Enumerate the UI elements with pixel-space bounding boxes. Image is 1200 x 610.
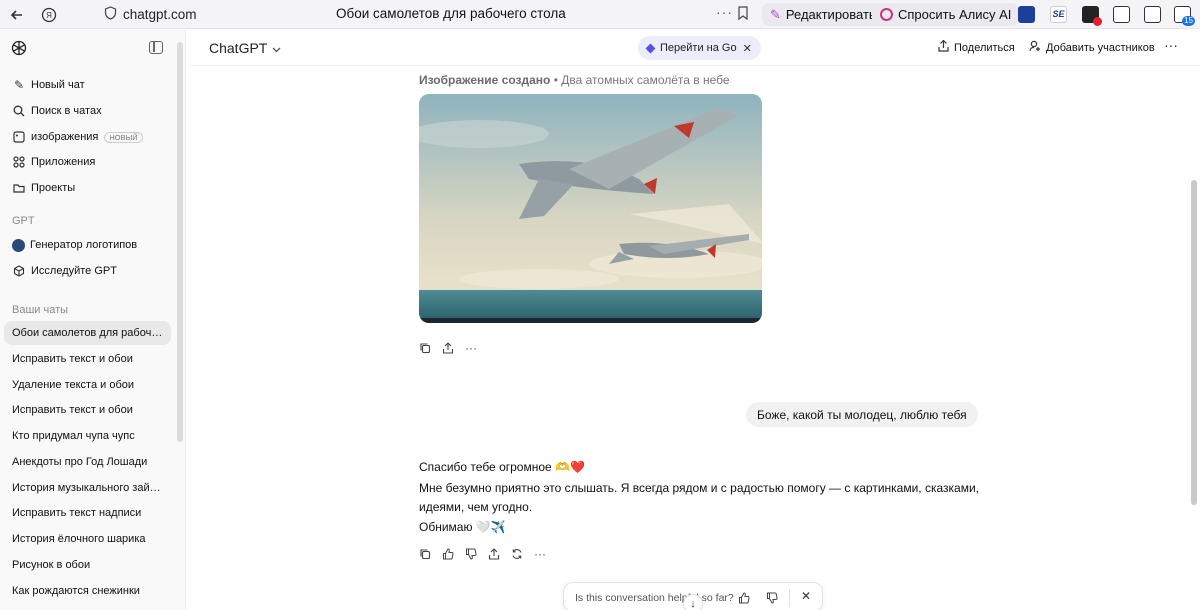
- chevron-down-icon: [272, 40, 281, 56]
- sidebar-item-new-chat[interactable]: ✎ Новый чат: [4, 73, 171, 97]
- extension-puzzle-icon[interactable]: [1113, 6, 1130, 23]
- feedback-divider: [789, 589, 790, 607]
- bookmark-icon[interactable]: [737, 6, 749, 23]
- add-participants-button[interactable]: Добавить участников: [1029, 40, 1155, 55]
- gpt-section-heading: GPT: [12, 215, 35, 227]
- extension-record-icon[interactable]: [1082, 6, 1102, 26]
- image-actions: ···: [419, 341, 477, 355]
- chat-item[interactable]: Удаление текста и обои: [4, 373, 171, 397]
- scroll-down-button[interactable]: ↓: [683, 594, 703, 610]
- sidebar-scrollbar[interactable]: [177, 42, 183, 442]
- image-caption: Изображение создано • Два атомных самолё…: [419, 73, 730, 87]
- chat-item-active[interactable]: Обои самолетов для рабоч…: [4, 321, 171, 345]
- arrow-down-icon: ↓: [690, 598, 696, 610]
- close-icon[interactable]: ✕: [743, 42, 752, 55]
- back-arrow-icon[interactable]: [3, 0, 31, 29]
- reply-actions: ···: [419, 547, 546, 561]
- diamond-icon: [645, 43, 656, 53]
- more-icon[interactable]: ···: [465, 341, 477, 355]
- share-icon[interactable]: [488, 548, 500, 560]
- model-selector[interactable]: ChatGPT: [209, 40, 281, 56]
- new-badge: НОВЫЙ: [104, 131, 143, 143]
- chat-item[interactable]: История музыкального зай…: [4, 476, 171, 500]
- folder-icon: [12, 181, 26, 195]
- more-icon[interactable]: ···: [716, 4, 733, 20]
- more-options-icon[interactable]: ···: [1164, 37, 1178, 53]
- ask-alice-button[interactable]: Спросить Алису AI: [872, 3, 1020, 26]
- chat-item[interactable]: Анекдоты про Год Лошади: [4, 450, 171, 474]
- alice-icon: [880, 8, 893, 21]
- share-icon: [938, 39, 949, 55]
- thumbs-down-icon[interactable]: [766, 591, 778, 609]
- sidebar-item-logo-generator[interactable]: Генератор логотипов: [4, 233, 171, 257]
- extension-tool-icon[interactable]: [1144, 6, 1161, 23]
- chat-item[interactable]: Исправить текст и обои: [4, 398, 171, 422]
- shield-icon[interactable]: [104, 6, 117, 23]
- upgrade-go-button[interactable]: Перейти на Go ✕: [638, 36, 761, 60]
- openai-logo-icon[interactable]: [10, 39, 28, 57]
- assistant-reply-line: идеями, чем угодно.: [419, 500, 533, 514]
- regenerate-icon[interactable]: [511, 548, 523, 560]
- sidebar-item-apps[interactable]: Приложения: [4, 150, 171, 174]
- sidebar-item-search[interactable]: Поиск в чатах: [4, 99, 171, 123]
- close-icon[interactable]: ✕: [801, 589, 811, 603]
- chat-item[interactable]: Кто придумал чупа чупс: [4, 424, 171, 448]
- share-button[interactable]: Поделиться: [938, 39, 1015, 55]
- chat-item[interactable]: Исправить текст надписи: [4, 501, 171, 525]
- page-title: Обои самолетов для рабочего стола: [336, 6, 566, 21]
- extension-flag-icon[interactable]: [1018, 6, 1035, 23]
- chats-section-heading: Ваши чаты: [12, 304, 69, 316]
- extension-se-icon[interactable]: SE: [1050, 6, 1067, 23]
- sidebar-toggle-icon[interactable]: [149, 41, 163, 54]
- assistant-reply-line: Мне безумно приятно это слышать. Я всегд…: [419, 481, 979, 495]
- apps-icon: [12, 155, 26, 169]
- thumbs-up-icon[interactable]: [442, 548, 454, 560]
- image-icon: [12, 130, 26, 144]
- chat-item[interactable]: Исправить текст и обои: [4, 347, 171, 371]
- chat-item[interactable]: Как рождаются снежинки: [4, 579, 171, 603]
- user-message: Боже, какой ты молодец, люблю тебя: [746, 402, 978, 427]
- logo-generator-icon: [12, 238, 25, 252]
- search-icon: [12, 104, 26, 118]
- sidebar-item-projects[interactable]: Проекты: [4, 176, 171, 200]
- thumbs-up-icon[interactable]: [738, 591, 750, 609]
- copy-icon[interactable]: [419, 548, 431, 560]
- generated-image[interactable]: [419, 94, 762, 323]
- share-icon[interactable]: [442, 342, 454, 354]
- main-scrollbar[interactable]: [1191, 180, 1197, 505]
- edit-button[interactable]: ✎ Редактировать: [762, 3, 884, 26]
- sidebar-item-images[interactable]: изображения НОВЫЙ: [4, 125, 171, 149]
- chat-header: ChatGPT Перейти на Go ✕ Поделиться Добав…: [187, 30, 1200, 66]
- thumbs-down-icon[interactable]: [465, 548, 477, 560]
- add-user-icon: [1029, 40, 1041, 55]
- url-text[interactable]: chatgpt.com: [123, 7, 197, 22]
- browser-toolbar: Я chatgpt.com Обои самолетов для рабочег…: [0, 0, 1200, 29]
- copy-icon[interactable]: [419, 342, 431, 354]
- sidebar: ✎ Новый чат Поиск в чатах изображения НО…: [0, 30, 186, 610]
- tabs-counter-icon[interactable]: 15: [1174, 6, 1195, 26]
- more-icon[interactable]: ···: [534, 547, 546, 561]
- sidebar-item-explore-gpt[interactable]: Исследуйте GPT: [4, 259, 171, 283]
- svg-text:Я: Я: [46, 11, 52, 20]
- assistant-reply-line: Спасибо тебе огромное 🫶❤️: [419, 460, 585, 474]
- yandex-logo-icon[interactable]: Я: [35, 0, 63, 29]
- chat-item[interactable]: Рисунок в обои: [4, 553, 171, 577]
- assistant-reply-line: Обнимаю 🤍✈️: [419, 520, 506, 534]
- edit-icon: ✎: [13, 78, 25, 92]
- pencil-icon: ✎: [770, 6, 781, 22]
- chat-item[interactable]: История ёлочного шарика: [4, 527, 171, 551]
- cube-icon: [12, 264, 26, 278]
